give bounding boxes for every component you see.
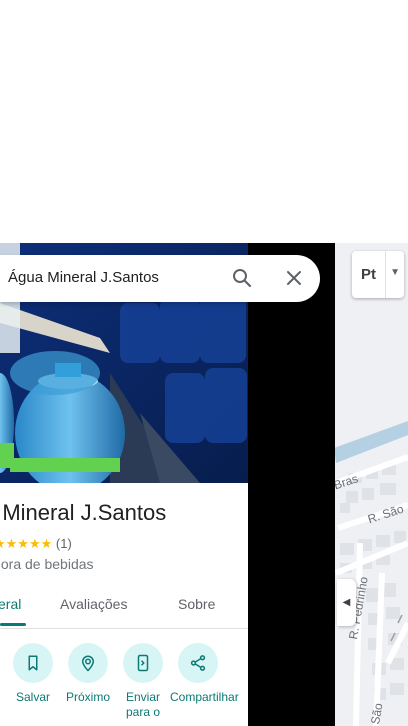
save-button[interactable]: Salvar bbox=[5, 643, 61, 705]
tab-overview[interactable]: eral bbox=[0, 596, 21, 612]
search-input[interactable]: Água Mineral J.Santos bbox=[8, 269, 159, 286]
active-tab-indicator bbox=[0, 623, 26, 626]
collapse-panel-button[interactable]: ◀ bbox=[337, 579, 356, 626]
place-title: a Mineral J.Santos bbox=[0, 500, 167, 525]
tab-about[interactable]: Sobre bbox=[178, 596, 215, 612]
caret-down-icon[interactable]: ▼ bbox=[390, 267, 400, 278]
layer-label: Pt bbox=[352, 251, 386, 298]
nearby-icon bbox=[68, 643, 108, 683]
panel-shadow-strip bbox=[248, 243, 335, 726]
tab-reviews[interactable]: Avaliações bbox=[60, 596, 127, 612]
share-icon bbox=[178, 643, 218, 683]
bookmark-icon bbox=[13, 643, 53, 683]
blank-header-area bbox=[0, 0, 408, 243]
action-label: Salvar bbox=[15, 690, 50, 704]
action-label: Enviar para o bbox=[125, 690, 161, 719]
action-label: Próximo bbox=[65, 690, 110, 704]
send-to-phone-button[interactable]: Enviar para o bbox=[115, 643, 171, 720]
rating-row[interactable]: ★★★★★ (1) bbox=[0, 536, 72, 552]
nearby-button[interactable]: Próximo bbox=[60, 643, 116, 705]
tab-bar: eral Avaliações Sobre bbox=[0, 586, 248, 629]
layer-picker-button[interactable]: Pt ▼ bbox=[352, 251, 404, 298]
send-to-phone-icon bbox=[123, 643, 163, 683]
review-count[interactable]: (1) bbox=[56, 536, 72, 551]
place-category[interactable]: idora de bebidas bbox=[0, 556, 94, 572]
place-panel: a Mineral J.Santos ★★★★★ (1) idora de be… bbox=[0, 243, 248, 726]
action-label: Compartilhar bbox=[170, 690, 239, 704]
star-rating: ★★★★★ bbox=[0, 536, 53, 551]
chevron-left-icon: ◀ bbox=[342, 597, 351, 608]
search-icon[interactable] bbox=[230, 266, 254, 290]
search-box[interactable]: Água Mineral J.Santos bbox=[0, 255, 320, 302]
share-button[interactable]: Compartilhar bbox=[170, 643, 239, 705]
close-icon[interactable] bbox=[282, 266, 306, 290]
